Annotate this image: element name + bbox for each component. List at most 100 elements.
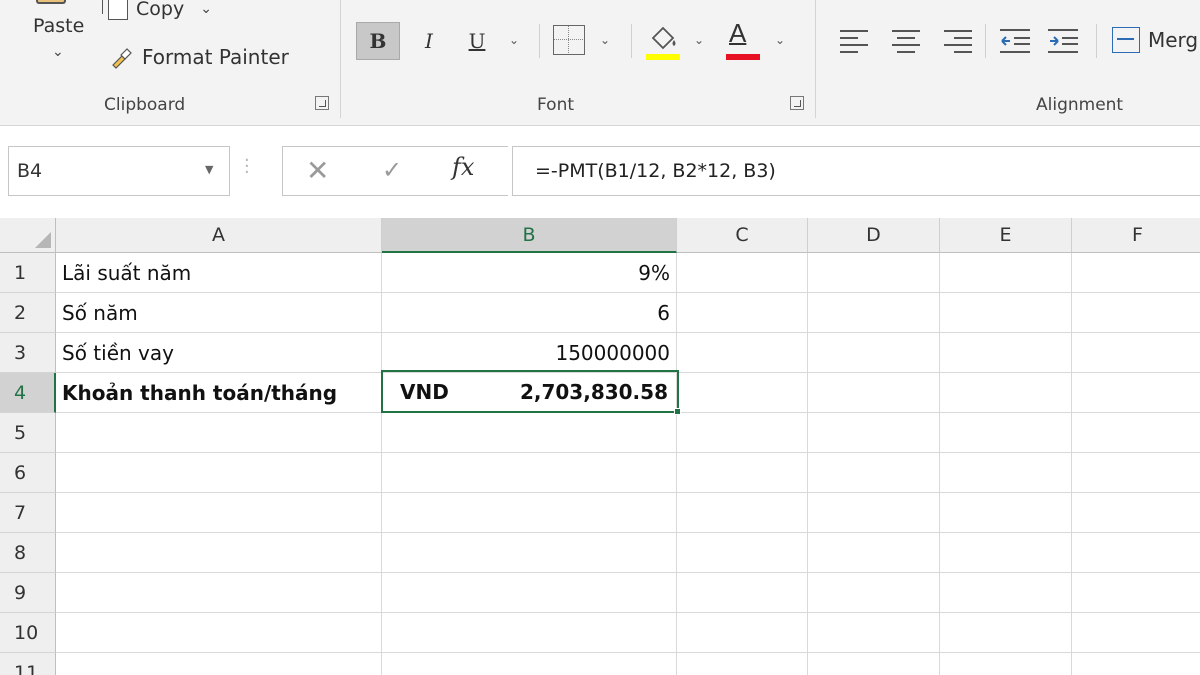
fill-color-dropdown-chevron-icon[interactable]: ⌄ — [694, 33, 704, 47]
formula-bar-resize-handle-icon[interactable]: · · · — [244, 152, 250, 182]
cell-c1[interactable] — [677, 253, 808, 293]
borders-dropdown-chevron-icon[interactable]: ⌄ — [600, 33, 610, 47]
cell-c7[interactable] — [677, 493, 808, 533]
cell-c8[interactable] — [677, 533, 808, 573]
merge-center-button[interactable]: Merg — [1112, 22, 1198, 58]
enter-check-icon[interactable]: ✓ — [382, 156, 402, 184]
cell-d8[interactable] — [808, 533, 940, 573]
cell-f9[interactable] — [1072, 573, 1200, 613]
cell-f11[interactable] — [1072, 653, 1200, 675]
row-header-5[interactable]: 5 — [0, 413, 56, 453]
select-all-corner[interactable] — [0, 218, 56, 253]
cell-d6[interactable] — [808, 453, 940, 493]
cell-b3[interactable]: 150000000 — [382, 333, 677, 373]
cell-a1[interactable]: Lãi suất năm — [56, 253, 382, 293]
cell-c9[interactable] — [677, 573, 808, 613]
column-header-f[interactable]: F — [1072, 218, 1200, 253]
cell-e10[interactable] — [940, 613, 1072, 653]
cell-d1[interactable] — [808, 253, 940, 293]
cell-a2[interactable]: Số năm — [56, 293, 382, 333]
row-header-7[interactable]: 7 — [0, 493, 56, 533]
cell-a8[interactable] — [56, 533, 382, 573]
cell-b1[interactable]: 9% — [382, 253, 677, 293]
cell-f3[interactable] — [1072, 333, 1200, 373]
cell-c6[interactable] — [677, 453, 808, 493]
cell-d5[interactable] — [808, 413, 940, 453]
cell-d10[interactable] — [808, 613, 940, 653]
decrease-indent-icon[interactable] — [1000, 29, 1030, 55]
cell-e5[interactable] — [940, 413, 1072, 453]
cell-a6[interactable] — [56, 453, 382, 493]
cell-d9[interactable] — [808, 573, 940, 613]
name-box-dropdown-icon[interactable]: ▼ — [205, 163, 213, 176]
copy-dropdown-chevron-icon[interactable]: ⌄ — [200, 1, 212, 17]
column-header-e[interactable]: E — [940, 218, 1072, 253]
cell-f8[interactable] — [1072, 533, 1200, 573]
row-header-3[interactable]: 3 — [0, 333, 56, 373]
cell-e6[interactable] — [940, 453, 1072, 493]
cell-b7[interactable] — [382, 493, 677, 533]
formula-input[interactable]: =-PMT(B1/12, B2*12, B3) — [512, 146, 1200, 196]
cell-b11[interactable] — [382, 653, 677, 675]
cell-e9[interactable] — [940, 573, 1072, 613]
underline-dropdown-chevron-icon[interactable]: ⌄ — [509, 33, 519, 47]
row-header-1[interactable]: 1 — [0, 253, 56, 293]
cell-f6[interactable] — [1072, 453, 1200, 493]
cell-b6[interactable] — [382, 453, 677, 493]
column-header-a[interactable]: A — [56, 218, 382, 253]
cell-e1[interactable] — [940, 253, 1072, 293]
cell-a9[interactable] — [56, 573, 382, 613]
cell-c10[interactable] — [677, 613, 808, 653]
cell-e7[interactable] — [940, 493, 1072, 533]
cell-a11[interactable] — [56, 653, 382, 675]
row-header-6[interactable]: 6 — [0, 453, 56, 493]
cell-d11[interactable] — [808, 653, 940, 675]
cell-e2[interactable] — [940, 293, 1072, 333]
cell-e4[interactable] — [940, 373, 1072, 413]
format-painter-button[interactable]: Format Painter — [110, 42, 289, 72]
font-color-dropdown-chevron-icon[interactable]: ⌄ — [775, 33, 785, 47]
cell-d2[interactable] — [808, 293, 940, 333]
cell-d7[interactable] — [808, 493, 940, 533]
column-header-d[interactable]: D — [808, 218, 940, 253]
cell-a7[interactable] — [56, 493, 382, 533]
paste-icon[interactable] — [36, 0, 66, 4]
align-left-icon[interactable] — [840, 30, 868, 54]
copy-button[interactable]: Copy ⌄ — [102, 0, 212, 24]
insert-function-icon[interactable]: fx — [452, 153, 474, 181]
cell-f2[interactable] — [1072, 293, 1200, 333]
bold-button[interactable]: B — [356, 22, 400, 60]
row-header-4[interactable]: 4 — [0, 373, 56, 413]
row-header-9[interactable]: 9 — [0, 573, 56, 613]
cell-b8[interactable] — [382, 533, 677, 573]
cell-d4[interactable] — [808, 373, 940, 413]
cancel-icon[interactable]: ✕ — [306, 154, 329, 187]
cell-c11[interactable] — [677, 653, 808, 675]
cell-f10[interactable] — [1072, 613, 1200, 653]
row-header-8[interactable]: 8 — [0, 533, 56, 573]
paste-dropdown-chevron-icon[interactable]: ⌄ — [52, 44, 64, 60]
name-box[interactable]: B4 ▼ — [8, 146, 230, 196]
increase-indent-icon[interactable] — [1048, 29, 1078, 55]
clipboard-dialog-launcher-icon[interactable] — [315, 96, 329, 110]
align-center-icon[interactable] — [892, 30, 920, 54]
borders-icon[interactable] — [553, 25, 585, 55]
row-header-2[interactable]: 2 — [0, 293, 56, 333]
underline-button[interactable]: U — [462, 22, 492, 60]
cell-b9[interactable] — [382, 573, 677, 613]
font-dialog-launcher-icon[interactable] — [790, 96, 804, 110]
paste-button[interactable]: Paste — [33, 15, 84, 37]
cell-c2[interactable] — [677, 293, 808, 333]
fill-handle[interactable] — [674, 408, 681, 415]
cell-f1[interactable] — [1072, 253, 1200, 293]
cell-f4[interactable] — [1072, 373, 1200, 413]
cell-e8[interactable] — [940, 533, 1072, 573]
cell-b5[interactable] — [382, 413, 677, 453]
cell-f5[interactable] — [1072, 413, 1200, 453]
column-header-c[interactable]: C — [677, 218, 808, 253]
italic-button[interactable]: I — [414, 22, 444, 60]
column-header-b[interactable]: B — [382, 218, 677, 253]
cell-b10[interactable] — [382, 613, 677, 653]
cell-c3[interactable] — [677, 333, 808, 373]
cell-b2[interactable]: 6 — [382, 293, 677, 333]
